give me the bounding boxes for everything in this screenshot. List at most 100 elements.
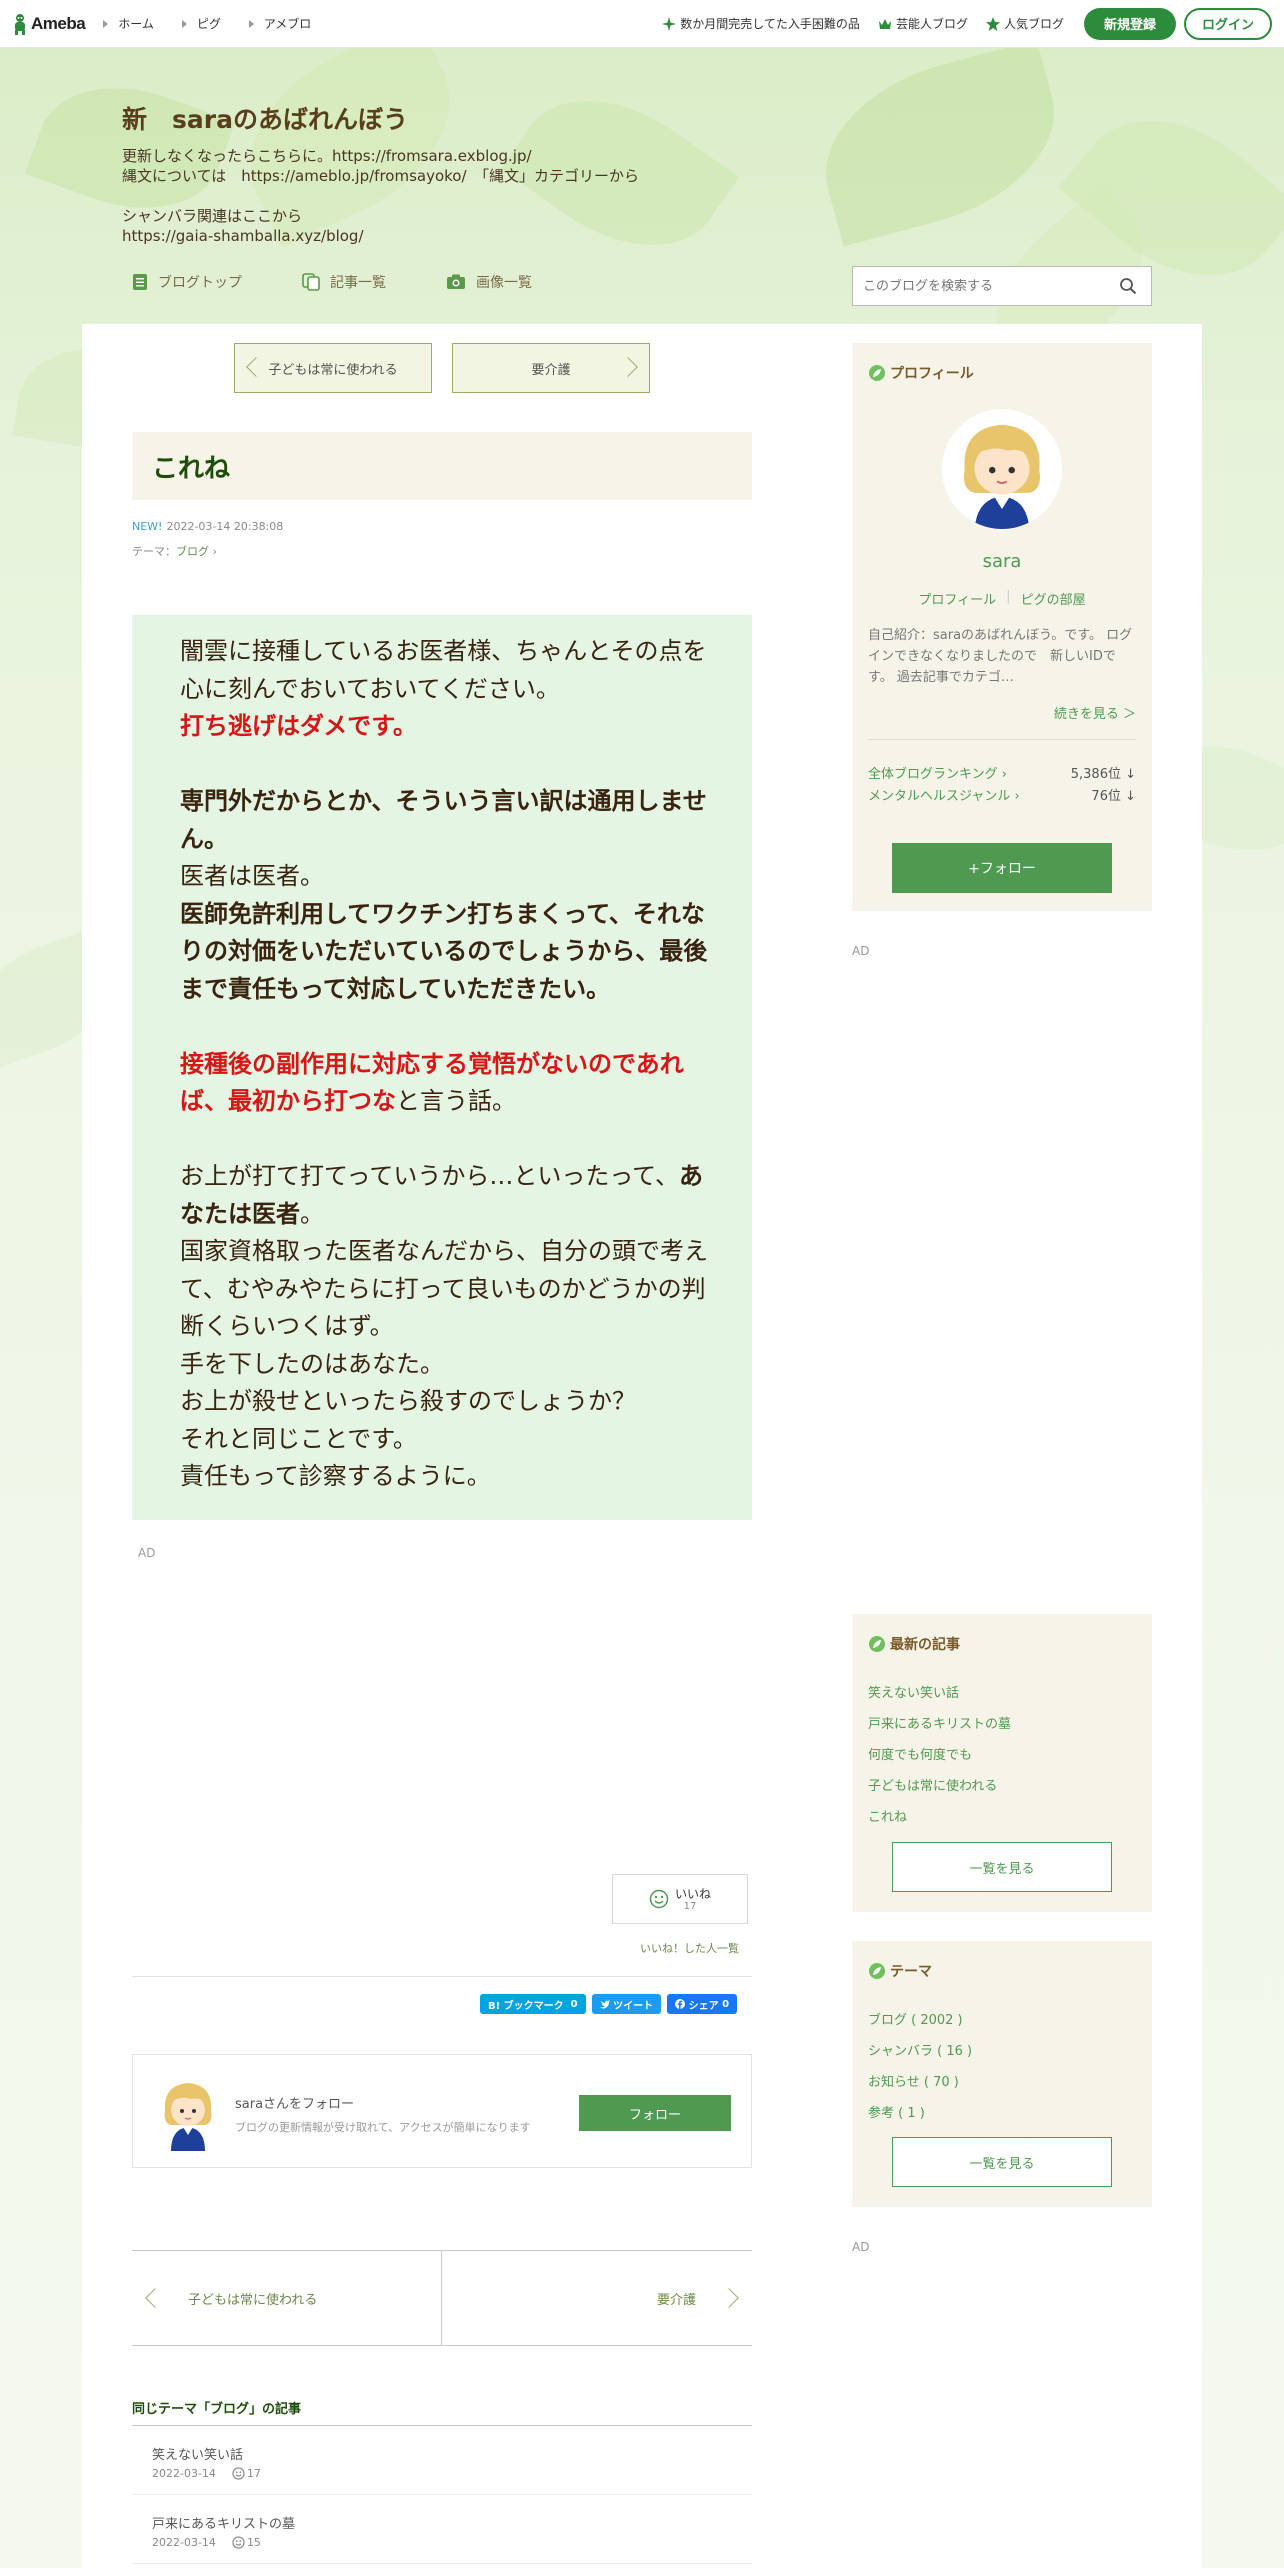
rank-value: 5,386位 ↓ [1070,767,1136,782]
header-link-label: 人気ブログ [1003,17,1064,31]
body-line-bold: 医師免許利用してワクチン打ちまくって、それなりの対価をいただいているのでしょうか… [180,899,708,1003]
prev-entry-link[interactable]: 子どもは常に使われる [132,2251,442,2345]
follow-card: saraさんをフォロー ブログの更新情報が受け取れて、アクセスが簡単になります … [132,2054,752,2168]
body-line: 闇雲に接種しているお医者様、ちゃんとその点を心に刻んでおいておいてください。 [180,637,707,703]
header-link-celebrity[interactable]: 芸能人ブログ [878,15,968,32]
smile-icon [649,1889,669,1909]
search-icon[interactable] [1119,277,1137,299]
pig-room-link[interactable]: ピグの部屋 [1021,589,1086,608]
header-link-label: 数か月間完売してた入手困難の品 [680,17,860,31]
themes-title-label: テーマ [890,1964,932,1980]
theme-link[interactable]: ブログ ( 2002 ) [868,2009,963,2028]
hatena-bookmark-button[interactable]: B! ブックマーク 0 [480,1994,586,2014]
theme-link[interactable]: シャンバラ ( 16 ) [868,2040,972,2059]
body-line: それと同じことです。 [180,1424,417,1453]
article-body: 闇雲に接種しているお医者様、ちゃんとその点を心に刻んでおいておいてください。 打… [132,615,752,1520]
blog-title[interactable]: 新 saraのあばれんぼう [122,100,1162,136]
profile-name[interactable]: sara [852,551,1152,572]
gnav-pig[interactable]: ピグ [181,15,221,32]
themes-more-button[interactable]: 一覧を見る [892,2137,1112,2187]
header-link-soldout[interactable]: 数か月間完売してた入手困難の品 [662,15,860,32]
latest-entry-link[interactable]: 何度でも何度でも [868,1744,972,1763]
like-button[interactable]: いいね 17 [612,1874,748,1924]
mini-like: 17 [232,2467,261,2480]
star-icon [985,16,1000,31]
blog-nav-label: 記事一覧 [330,275,386,291]
blog-search-input[interactable] [853,278,1103,294]
body-text: と言う話。 [396,1087,516,1115]
like-list-link[interactable]: いいね！した人一覧 [640,1940,739,1956]
latest-entry-link[interactable]: 子どもは常に使われる [868,1775,997,1794]
latest-entry-link[interactable]: 笑えない笑い話 [868,1682,959,1701]
gnav-home[interactable]: ホーム [103,15,154,32]
blog-nav-label: ブログトップ [158,275,242,291]
profile-box: プロフィール sara プロフィール | ピグの部屋 自己紹介：saraのあばれんぼ… [852,343,1152,911]
profile-avatar[interactable] [942,409,1062,529]
triangle-icon [248,19,254,28]
rank-value: 76位 ↓ [1091,789,1136,804]
prev-entry-button[interactable]: 子どもは常に使われる [234,343,432,393]
tweet-button[interactable]: ツイート [591,1994,662,2014]
fb-label: シェア [688,2000,719,2012]
facebook-share-button[interactable]: シェア 0 [667,1994,738,2014]
divider [868,739,1136,740]
blog-nav-images[interactable]: 画像一覧 [446,272,532,292]
article-title-box: これね [132,432,752,500]
profile-title-label: プロフィール [890,366,974,382]
profile-links: プロフィール | ピグの部屋 [852,589,1152,608]
share-row: B! ブックマーク 0 ツイート シェア 0 [474,1994,738,2014]
tweet-label: ツイート [613,2000,654,2012]
rank-row[interactable]: 全体ブログランキング › 5,386位 ↓ [868,763,1136,782]
header-link-popular[interactable]: 人気ブログ [985,15,1064,32]
theme-link[interactable]: 参考 ( 1 ) [868,2102,925,2121]
body-line-mixed: 接種後の副作用に対応する覚悟がないのであれば、最初から打つなと言う話。 [180,1046,722,1121]
next-entry-label: 要介護 [531,362,571,378]
list-item-date: 2022-03-14 [152,2536,216,2549]
rank-label-text: 全体ブログランキング [868,767,998,782]
separator: | [1006,589,1011,604]
blog-nav-entries[interactable]: 記事一覧 [302,272,386,292]
facebook-icon [675,1999,686,2009]
sidebar-follow-button[interactable]: +フォロー [892,843,1112,893]
theme-link[interactable]: ブログ [176,545,209,558]
list-item[interactable]: 笑えない笑い話 2022-03-14 17 [132,2426,752,2495]
triangle-icon [181,19,187,28]
profile-link[interactable]: プロフィール [918,589,996,608]
list-item[interactable]: 戸来にあるキリストの墓 2022-03-14 15 [132,2495,752,2564]
gnav-ameblo[interactable]: アメブロ [248,15,312,32]
blog-nav-top[interactable]: ブログトップ [132,272,242,292]
global-header: Ameba ホーム ピグ アメブロ 数か月間完売してた入手困難の品 芸能人ブログ… [0,0,1284,48]
list-item-likes: 17 [246,2467,261,2480]
hatena-label: B! ブックマーク [488,2000,564,2012]
article-datetime: 2022-03-14 20:38:08 [166,520,284,533]
follow-sub: ブログの更新情報が受け取れて、アクセスが簡単になります [235,2121,531,2134]
latest-entry-link[interactable]: 戸来にあるキリストの墓 [868,1713,1011,1732]
top-pager: 子どもは常に使われる 要介護 [234,343,650,393]
like-label: いいね [674,1886,711,1901]
theme-link[interactable]: お知らせ ( 70 ) [868,2071,959,2090]
rank-row[interactable]: メンタルヘルスジャンル › 76位 ↓ [868,785,1136,804]
header-link-label: 芸能人ブログ [895,17,968,31]
login-button[interactable]: ログイン [1183,7,1272,40]
next-entry-label: 要介護 [656,2292,696,2308]
list-item-likes: 15 [246,2536,261,2549]
signup-button[interactable]: 新規登録 [1083,7,1176,40]
latest-entry-link[interactable]: これね [868,1806,907,1825]
profile-more-link[interactable]: 続きを見る ＞ [1054,703,1136,722]
chevron-right-icon [719,2288,739,2308]
same-theme-section: 同じテーマ「ブログ」の記事 笑えない笑い話 2022-03-14 17 戸来にあ… [132,2398,752,2564]
gnav-label: アメブロ [263,17,312,31]
profile-intro: 自己紹介：saraのあばれんぼう。です。 ログインできなくなりましたので 新しい… [868,628,1133,685]
article-title[interactable]: これね [152,448,230,485]
ameba-logo[interactable]: Ameba [12,13,86,35]
latest-more-button[interactable]: 一覧を見る [892,1842,1112,1892]
list-item-meta: 2022-03-14 15 [152,2536,732,2549]
follow-button[interactable]: フォロー [579,2095,731,2131]
divider [132,1976,752,1977]
prev-entry-label: 子どもは常に使われる [188,2292,318,2308]
next-entry-button[interactable]: 要介護 [452,343,650,393]
next-entry-link[interactable]: 要介護 [442,2251,752,2345]
